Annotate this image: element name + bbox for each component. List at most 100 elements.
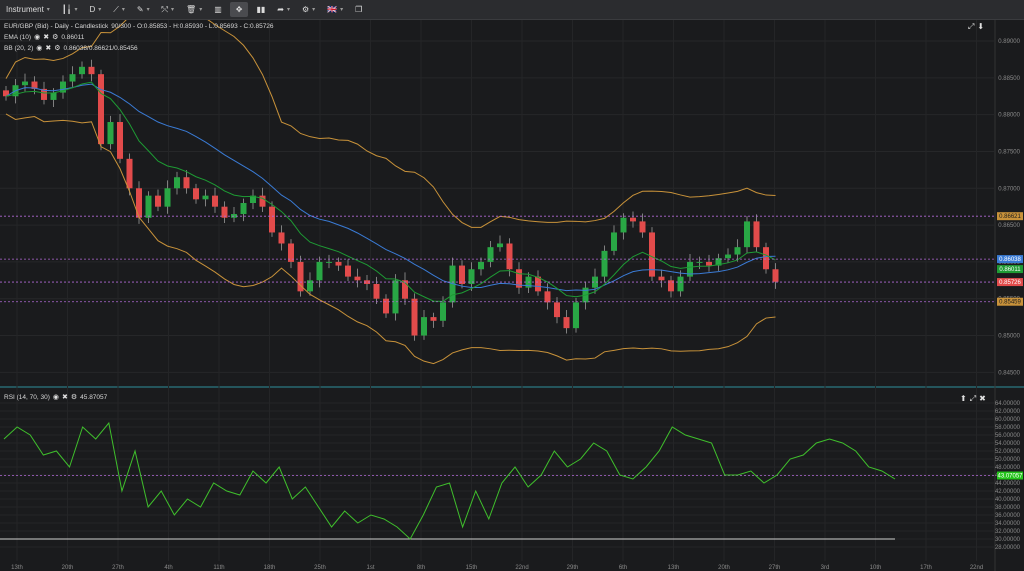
close-icon[interactable]: ✖ — [43, 33, 49, 41]
drawing-line-menu[interactable]: ⟋ ▾ — [107, 0, 131, 19]
close-icon[interactable]: ✖ — [45, 44, 51, 52]
candle-body — [79, 66, 85, 75]
candle-body — [734, 247, 741, 255]
timeframe-label: D — [89, 5, 96, 14]
candle-body — [753, 221, 760, 248]
candle-body — [611, 232, 617, 251]
candle-body — [506, 243, 513, 270]
new-window-button[interactable]: ❐ — [349, 0, 368, 19]
candle-body — [544, 291, 551, 303]
gear-icon[interactable]: ⚙ — [54, 44, 60, 52]
candle-body — [440, 302, 446, 321]
chevron-down-icon: ▾ — [121, 7, 125, 13]
eye-icon[interactable]: ◉ — [53, 393, 59, 401]
pencil-icon: ✎ — [136, 5, 144, 14]
chevron-down-icon: ▾ — [340, 7, 344, 13]
chevron-down-icon: ▾ — [199, 7, 203, 13]
candle-body — [392, 280, 399, 314]
rsi-tick-label: 60.00000 — [995, 417, 1021, 423]
delete-menu[interactable]: 🗑 ▾ — [180, 0, 208, 19]
candle-body — [354, 276, 361, 281]
layout-icon: ▥ — [214, 5, 222, 14]
candle-body — [136, 188, 142, 218]
time-tick-label: 1st — [366, 565, 374, 571]
close-icon[interactable]: ✖ — [62, 393, 68, 401]
pencil-menu[interactable]: ✎ ▾ — [131, 0, 156, 19]
candle-body — [706, 261, 712, 266]
candle-body — [193, 188, 199, 200]
rsi-tick-label: 62.00000 — [995, 409, 1021, 415]
close-icon[interactable]: ✖ — [979, 394, 986, 404]
gear-icon[interactable]: ⚙ — [71, 393, 77, 401]
candle-body — [202, 195, 209, 200]
candle-body — [183, 177, 190, 189]
bar-chart-icon: ▮▮ — [256, 5, 266, 14]
indicators-button[interactable]: ▮▮ — [250, 0, 271, 19]
chart-area[interactable]: 0.89000 0.88500 0.88000 0.87500 0.87000 0.865… — [0, 20, 1024, 571]
candle-body — [335, 261, 342, 266]
candle-body — [117, 122, 123, 159]
price-tick-label: 0.88000 — [998, 113, 1020, 119]
maximize-icon[interactable]: ⤢ — [968, 22, 974, 32]
rsi-legend: RSI (14, 70, 30) ◉ ✖ ⚙ 45.87057 — [4, 393, 107, 402]
eye-icon[interactable]: ◉ — [36, 44, 42, 52]
instrument-menu[interactable]: Instrument ▾ — [0, 0, 56, 19]
windows-icon: ❐ — [355, 5, 363, 14]
candle-body — [430, 317, 437, 321]
candle-body — [259, 195, 266, 207]
time-tick-label: 10th — [870, 565, 882, 571]
candle-body — [478, 261, 484, 270]
bb-upper-tag-label: 0.86621 — [999, 214, 1021, 220]
time-tick-label: 20th — [62, 565, 74, 571]
candle-body — [630, 217, 636, 222]
rsi-tick-label: 56.00000 — [995, 433, 1021, 439]
time-tick-label: 20th — [718, 565, 730, 571]
share-menu[interactable]: ➦ ▾ — [271, 0, 296, 19]
price-tick-label: 0.87500 — [998, 149, 1020, 155]
chart-type-menu[interactable]: ┃╽ ▾ — [56, 0, 84, 19]
chevron-down-icon: ▾ — [74, 7, 78, 13]
time-tick-label: 3rd — [821, 565, 830, 571]
maximize-icon[interactable]: ⤢ — [970, 394, 976, 404]
arrow-down-icon[interactable]: ⬇ — [977, 22, 984, 32]
rsi-tick-label: 52.00000 — [995, 449, 1021, 455]
chevron-down-icon: ▾ — [146, 7, 150, 13]
time-tick-label: 6th — [619, 565, 627, 571]
time-tick-label: 17th — [920, 565, 932, 571]
fullscreen-button[interactable]: ✥ — [229, 2, 249, 17]
candle-body — [563, 317, 570, 329]
candle-body — [620, 217, 627, 233]
candlestick-icon: ┃╽ — [61, 5, 72, 14]
flag-icon: 🇬🇧 — [327, 5, 338, 14]
timeframe-menu[interactable]: D ▾ — [83, 0, 107, 19]
chevron-down-icon: ▾ — [312, 7, 316, 13]
candle-body — [88, 66, 95, 75]
bb-label: BB (20, 2) — [4, 44, 34, 52]
candle-body — [316, 261, 323, 281]
price-tick-label: 0.87000 — [998, 186, 1020, 192]
rsi-tick-label: 44.00000 — [995, 481, 1021, 487]
price-tick-label: 0.89000 — [998, 39, 1020, 45]
bb-lower-tag-label: 0.85459 — [999, 300, 1021, 306]
candle-body — [22, 81, 28, 86]
candle-body — [373, 283, 380, 299]
candle-body — [487, 247, 494, 262]
layout-button[interactable]: ▥ — [208, 0, 228, 19]
tools-menu[interactable]: ⤲ ▾ — [156, 0, 180, 19]
eye-icon[interactable]: ◉ — [34, 33, 40, 41]
chart-canvas[interactable]: 0.89000 0.88500 0.88000 0.87500 0.87000 0.865… — [0, 20, 1024, 571]
time-tick-label: 13th — [668, 565, 680, 571]
settings-menu[interactable]: ⚙ ▾ — [296, 0, 321, 19]
arrow-up-icon[interactable]: ⬆ — [960, 394, 967, 404]
language-menu[interactable]: 🇬🇧 ▾ — [321, 0, 349, 19]
candle-body — [763, 247, 769, 270]
candle-body — [573, 302, 579, 329]
candle-body — [677, 276, 684, 292]
time-tick-label: 22nd — [970, 565, 983, 571]
candle-body — [269, 206, 275, 233]
rsi-tag-label: 43.07057 — [997, 474, 1023, 480]
time-tick-label: 27th — [112, 565, 124, 571]
gear-icon[interactable]: ⚙ — [52, 33, 58, 41]
candle-body — [164, 188, 171, 207]
chevron-down-icon: ▾ — [171, 7, 175, 13]
